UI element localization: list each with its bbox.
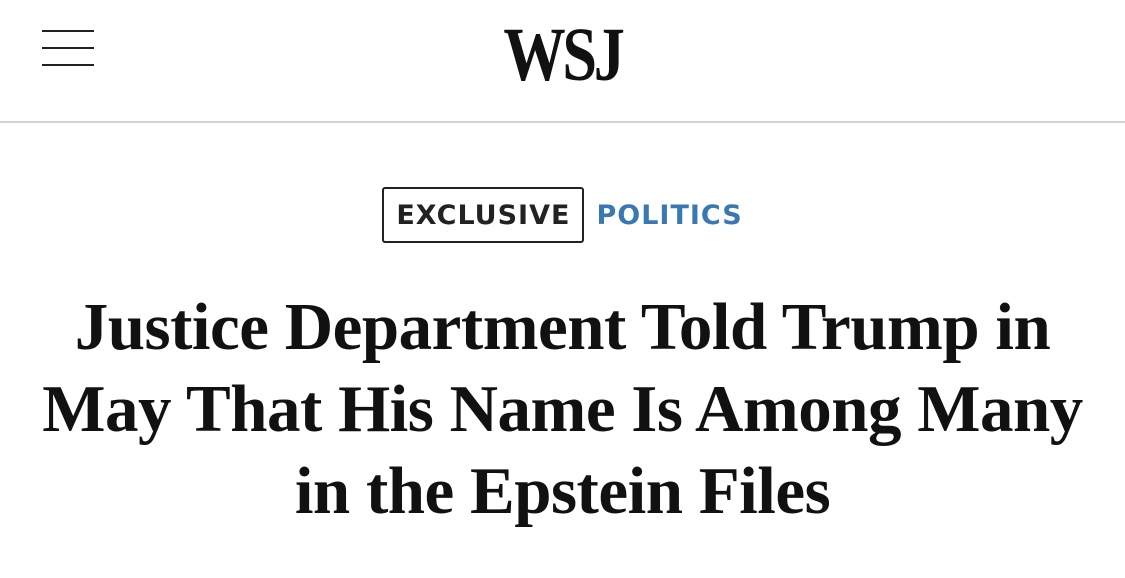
menu-bar (42, 47, 94, 49)
section-link-politics[interactable]: POLITICS (596, 200, 742, 231)
exclusive-badge: EXCLUSIVE (382, 187, 585, 243)
site-header: WSJ (0, 0, 1125, 123)
menu-bar (42, 30, 94, 32)
wsj-logo[interactable]: WSJ (101, 12, 1024, 98)
menu-bar (42, 64, 94, 66)
article-tags: EXCLUSIVE POLITICS (0, 184, 1125, 246)
hamburger-menu-icon[interactable] (40, 26, 96, 72)
article-headline[interactable]: Justice Department Told Trump in May Tha… (20, 286, 1105, 532)
